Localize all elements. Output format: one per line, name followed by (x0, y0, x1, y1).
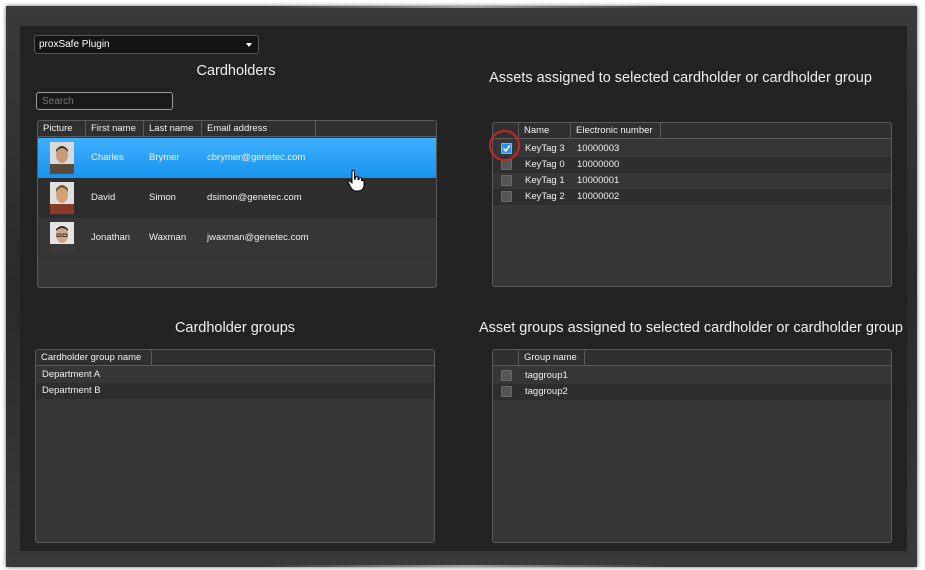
column-header-last-name[interactable]: Last name (144, 121, 202, 137)
column-header-electronic-number[interactable]: Electronic number (571, 123, 661, 139)
cardholders-table: Picture First name Last name Email addre… (37, 120, 437, 288)
first-name-cell: Charles (91, 152, 124, 163)
cardholder-groups-table: Cardholder group name Department A Depar… (35, 349, 435, 543)
first-name-cell: Jonathan (91, 232, 131, 243)
plugin-dropdown[interactable]: proxSafe Plugin (34, 35, 259, 54)
asset-groups-table: Group name taggroup1 taggroup2 (492, 349, 892, 543)
table-row[interactable]: Jonathan Waxman jwaxman@genetec.com (38, 218, 436, 258)
last-name-cell: Waxman (149, 232, 187, 243)
asset-group-name-cell: taggroup1 (525, 370, 568, 381)
column-header-check[interactable] (493, 350, 519, 366)
email-cell: dsimon@genetec.com (207, 192, 302, 203)
group-name-cell: Department A (42, 369, 101, 380)
cardholder-groups-title: Cardholder groups (174, 320, 296, 336)
frame-highlight-bottom (266, 565, 666, 567)
column-header-cardholder-group-name[interactable]: Cardholder group name (36, 350, 152, 366)
asset-name-cell: KeyTag 2 (525, 191, 565, 202)
column-header-group-name[interactable]: Group name (519, 350, 585, 366)
table-row[interactable]: KeyTag 0 10000000 (493, 157, 891, 173)
column-header-email[interactable]: Email address (202, 121, 316, 137)
email-cell: jwaxman@genetec.com (207, 232, 309, 243)
plugin-dropdown-value: proxSafe Plugin (39, 39, 110, 50)
table-row[interactable]: KeyTag 1 10000001 (493, 173, 891, 189)
column-header-picture[interactable]: Picture (38, 121, 86, 137)
avatar (50, 222, 74, 254)
asset-name-cell: KeyTag 0 (525, 159, 565, 170)
table-row[interactable]: KeyTag 3 10000003 (493, 141, 891, 157)
asset-name-cell: KeyTag 3 (525, 143, 565, 154)
asset-group-name-cell: taggroup2 (525, 386, 568, 397)
avatar (50, 142, 74, 174)
table-row[interactable]: David Simon dsimon@genetec.com (38, 178, 436, 218)
asset-number-cell: 10000002 (577, 191, 620, 202)
cardholders-title: Cardholders (196, 63, 276, 79)
avatar (50, 182, 74, 214)
group-name-cell: Department B (42, 385, 101, 396)
assets-table: Name Electronic number KeyTag 3 10000003… (492, 122, 892, 287)
table-row[interactable]: taggroup2 (493, 384, 891, 400)
table-row[interactable]: Charles Brymer cbrymer@genetec.com (38, 138, 436, 178)
highlight-circle (489, 130, 520, 161)
frame-highlight-top (266, 6, 666, 8)
asset-checkbox[interactable] (501, 191, 512, 202)
asset-checkbox[interactable] (501, 175, 512, 186)
first-name-cell: David (91, 192, 116, 203)
table-row[interactable]: Department B (36, 383, 434, 399)
table-row[interactable]: KeyTag 2 10000002 (493, 189, 891, 205)
column-header-first-name[interactable]: First name (86, 121, 144, 137)
last-name-cell: Brymer (149, 152, 180, 163)
hand-cursor-icon (347, 170, 365, 192)
chevron-down-icon (246, 43, 252, 47)
search-input[interactable] (36, 92, 173, 110)
email-cell: cbrymer@genetec.com (207, 152, 306, 163)
assets-title: Assets assigned to selected cardholder o… (489, 70, 872, 86)
asset-group-checkbox[interactable] (501, 386, 512, 397)
asset-number-cell: 10000000 (577, 159, 620, 170)
asset-groups-title: Asset groups assigned to selected cardho… (479, 320, 903, 336)
table-row[interactable]: Department A (36, 367, 434, 383)
column-header-name[interactable]: Name (519, 123, 571, 139)
last-name-cell: Simon (149, 192, 176, 203)
asset-group-checkbox[interactable] (501, 370, 512, 381)
asset-number-cell: 10000003 (577, 143, 620, 154)
asset-number-cell: 10000001 (577, 175, 620, 186)
asset-name-cell: KeyTag 1 (525, 175, 565, 186)
table-row[interactable]: taggroup1 (493, 368, 891, 384)
